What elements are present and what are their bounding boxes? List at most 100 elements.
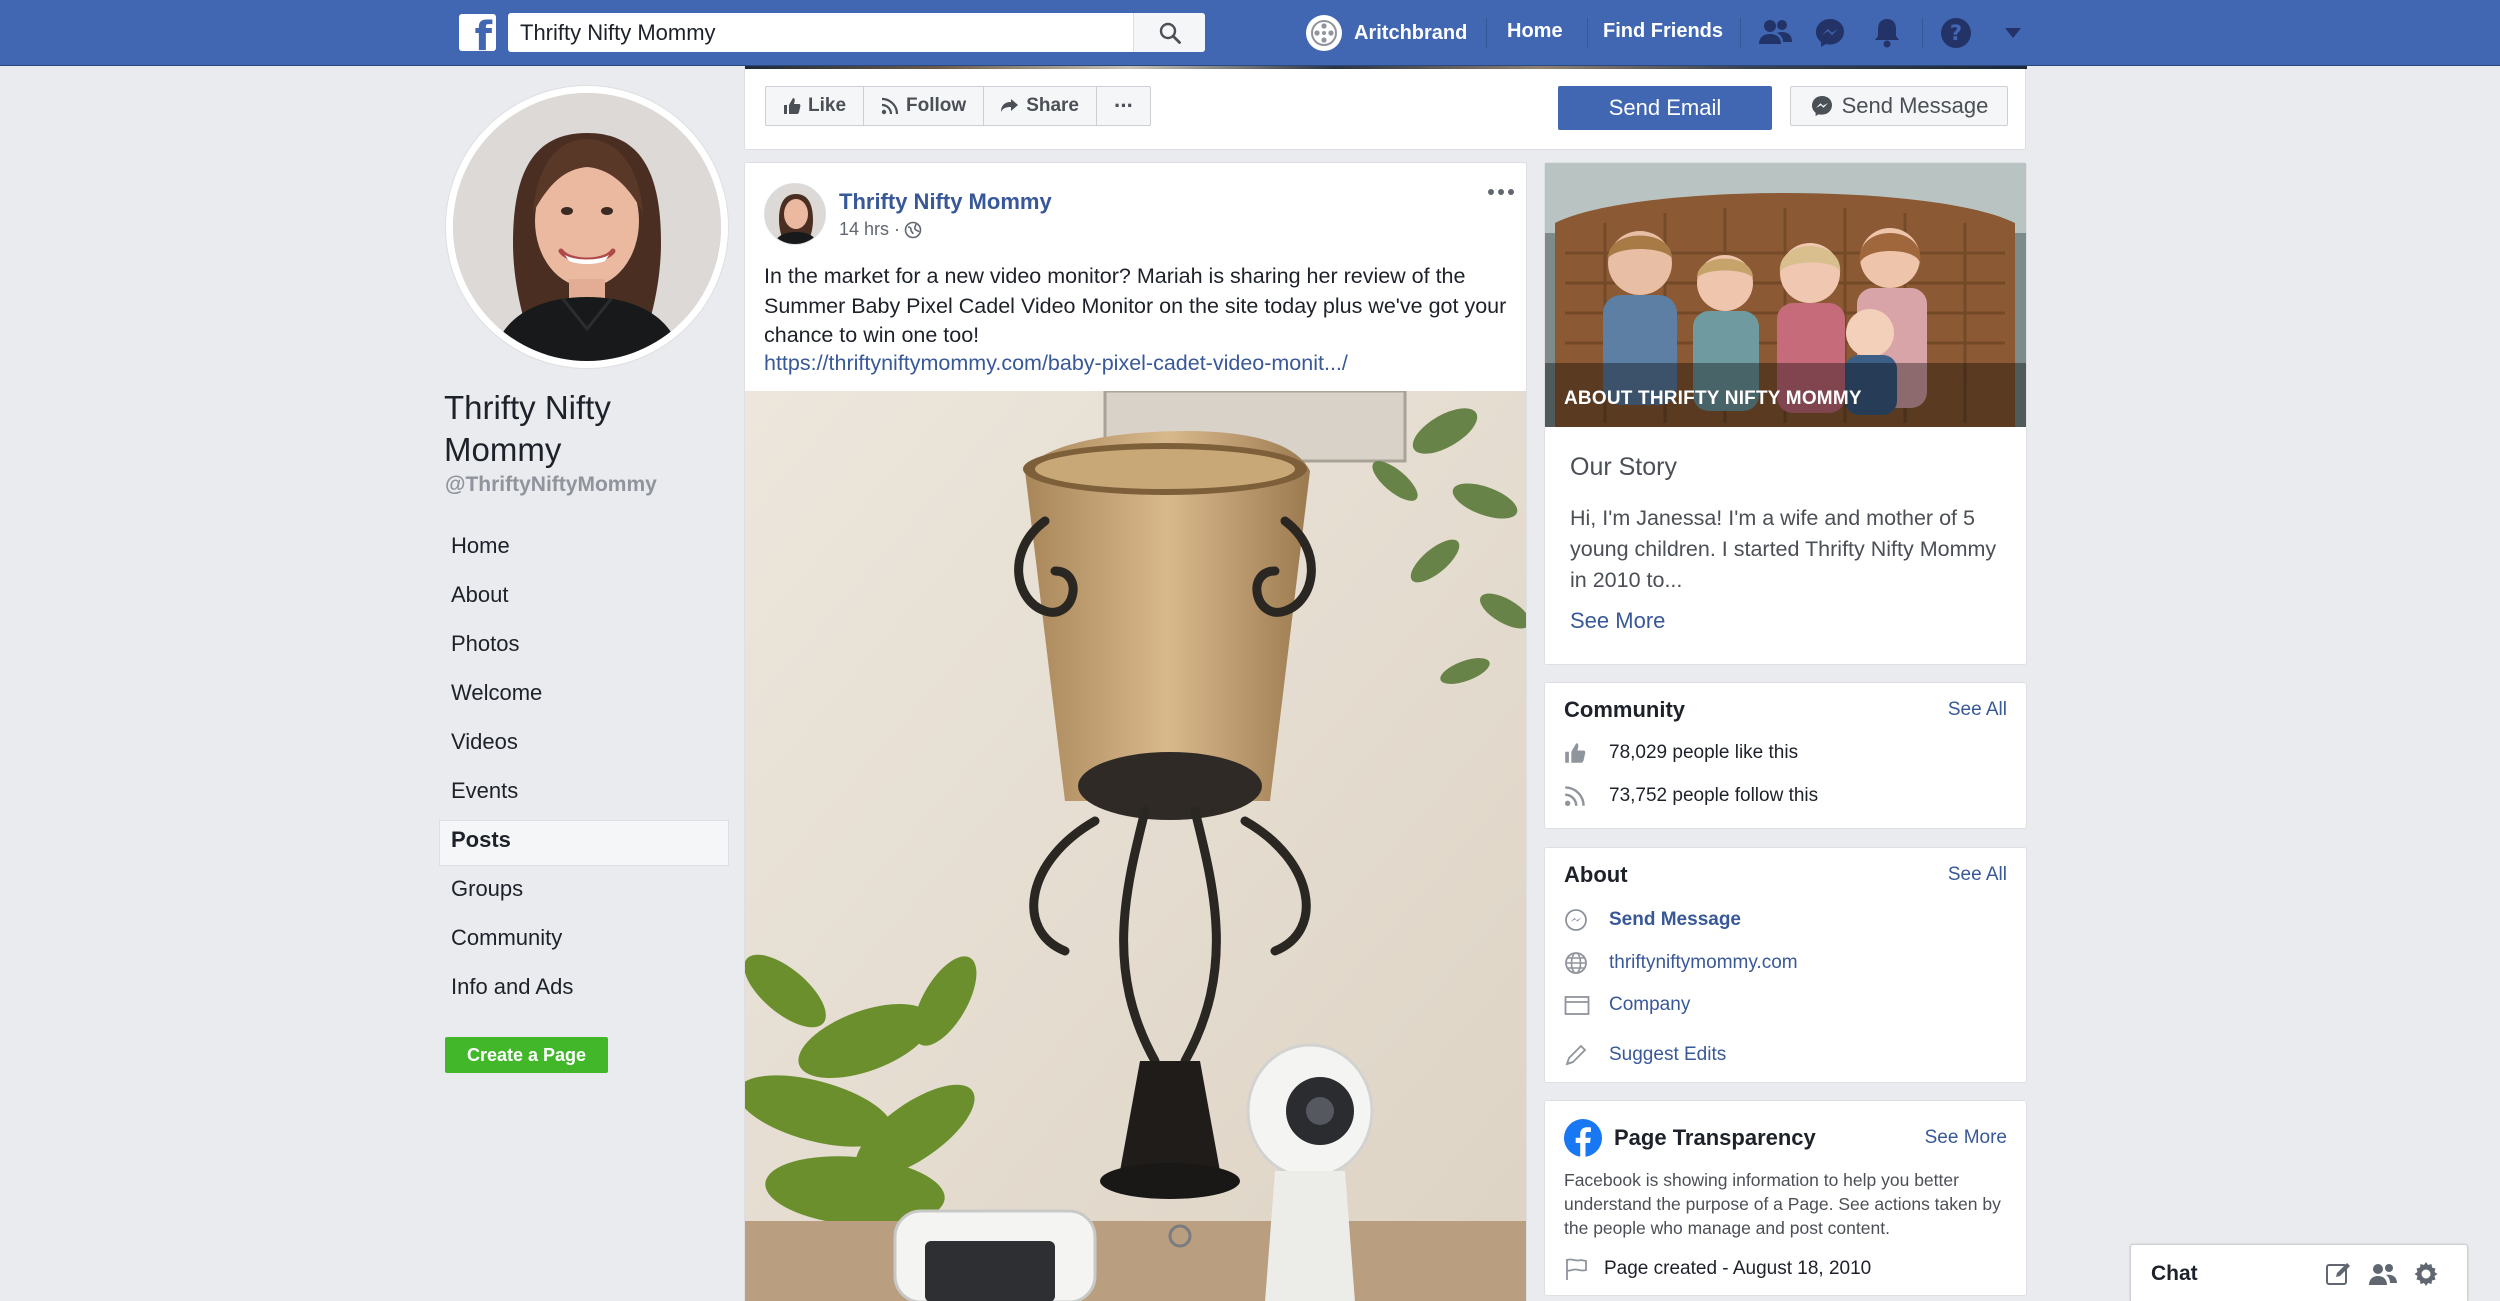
- our-story-text: Hi, I'm Janessa! I'm a wife and mother o…: [1570, 506, 1997, 592]
- thumbs-up-icon: [1565, 743, 1586, 763]
- page-username[interactable]: @ThriftyNiftyMommy: [445, 473, 657, 497]
- create-page-button[interactable]: Create a Page: [445, 1037, 608, 1073]
- follow-label: Follow: [906, 95, 967, 116]
- facebook-logo-icon[interactable]: f: [459, 14, 496, 51]
- page-created-row: Page created - August 18, 2010: [1564, 1257, 1871, 1281]
- post-card: Thrifty Nifty Mommy 14 hrs · In the mark…: [744, 162, 1527, 1301]
- page-title[interactable]: Thrifty Nifty Mommy: [444, 387, 694, 471]
- top-navigation-bar: f Aritchbrand Home Find Friends: [0, 0, 2500, 66]
- post-photo[interactable]: [745, 391, 1526, 1301]
- about-photo-caption: ABOUT THRIFTY NIFTY MOMMY: [1564, 388, 1862, 409]
- chat-settings-gear-icon[interactable]: [2412, 1260, 2440, 1288]
- post-time-text: 14 hrs ·: [839, 219, 901, 239]
- nav-profile-link[interactable]: Aritchbrand: [1306, 13, 1467, 53]
- sidebar-item-home[interactable]: Home: [439, 526, 729, 572]
- sidebar-item-groups[interactable]: Groups: [439, 869, 729, 915]
- rss-follow-icon: [881, 97, 899, 115]
- about-heading: About: [1564, 862, 1628, 887]
- post-article-link[interactable]: https://thriftyniftymommy.com/baby-pixel…: [764, 349, 1348, 379]
- search-button[interactable]: [1133, 13, 1205, 52]
- website-row[interactable]: thriftyniftymommy.com: [1564, 951, 1798, 975]
- nav-divider: [1587, 18, 1588, 48]
- public-globe-icon: [904, 221, 922, 238]
- send-message-label: Send Message: [1841, 93, 1989, 118]
- flag-icon: [1566, 1258, 1587, 1280]
- post-author-avatar[interactable]: [764, 183, 826, 245]
- page-created-text: Page created - August 18, 2010: [1604, 1258, 1872, 1279]
- about-send-message-row[interactable]: Send Message: [1564, 908, 1741, 932]
- share-label: Share: [1026, 95, 1079, 116]
- post-body-text: In the market for a new video monitor? M…: [764, 264, 1507, 347]
- profile-avatar-icon: [1306, 15, 1342, 51]
- sidebar-item-info-and-ads[interactable]: Info and Ads: [439, 967, 729, 1013]
- page-action-bar: Like Follow Share ··· Send Email Send Me…: [744, 66, 2027, 150]
- about-cover-photo[interactable]: ABOUT THRIFTY NIFTY MOMMY: [1545, 163, 2026, 427]
- post-author-name[interactable]: Thrifty Nifty Mommy: [839, 189, 1052, 215]
- follow-page-button[interactable]: Follow: [864, 87, 985, 125]
- create-group-icon[interactable]: [2368, 1260, 2398, 1288]
- nav-find-friends-link[interactable]: Find Friends: [1603, 20, 1723, 43]
- facebook-circle-icon: [1564, 1119, 1602, 1157]
- chat-sidebar-tab[interactable]: Chat: [2130, 1244, 2468, 1301]
- thumbs-up-icon: [784, 98, 801, 114]
- category-link[interactable]: Company: [1609, 994, 1690, 1016]
- globe-icon: [1565, 952, 1587, 974]
- share-page-button[interactable]: Share: [984, 87, 1097, 125]
- transparency-heading: Page Transparency: [1614, 1125, 1816, 1150]
- rss-follow-icon: [1564, 786, 1585, 807]
- messenger-icon: [1811, 96, 1832, 116]
- post-timestamp[interactable]: 14 hrs ·: [839, 219, 922, 240]
- pencil-icon: [1565, 1044, 1587, 1066]
- friend-requests-icon[interactable]: [1757, 16, 1793, 48]
- category-row[interactable]: Company: [1564, 994, 1690, 1016]
- about-info-card: About See All Send Message thriftyniftym…: [1544, 847, 2027, 1083]
- page-profile-picture[interactable]: [446, 86, 728, 368]
- likes-count-row: 78,029 people like this: [1564, 742, 1798, 764]
- page-sidebar-nav: Home About Photos Welcome Videos Events …: [439, 526, 729, 1016]
- nav-profile-name: Aritchbrand: [1354, 21, 1468, 44]
- new-message-icon[interactable]: [2324, 1260, 2352, 1288]
- suggest-edits-link[interactable]: Suggest Edits: [1609, 1044, 1726, 1066]
- like-label: Like: [808, 95, 847, 116]
- account-menu-arrow-icon[interactable]: [2004, 27, 2022, 39]
- about-send-message-link[interactable]: Send Message: [1609, 909, 1741, 931]
- about-page-card: ABOUT THRIFTY NIFTY MOMMY Our Story Hi, …: [1544, 162, 2027, 665]
- sidebar-item-posts[interactable]: Posts: [439, 820, 729, 866]
- notifications-bell-icon[interactable]: [1870, 16, 1904, 50]
- storefront-icon: [1564, 996, 1590, 1015]
- sidebar-item-community[interactable]: Community: [439, 918, 729, 964]
- our-story-heading: Our Story: [1570, 453, 1677, 481]
- nav-home-link[interactable]: Home: [1507, 20, 1563, 43]
- follows-count-row: 73,752 people follow this: [1564, 785, 1818, 807]
- about-see-all-link[interactable]: See All: [1948, 864, 2007, 886]
- transparency-description: Facebook is showing information to help …: [1564, 1170, 2001, 1238]
- help-icon[interactable]: ?: [1939, 16, 1973, 50]
- send-email-button[interactable]: Send Email: [1558, 86, 1772, 130]
- suggest-edits-row[interactable]: Suggest Edits: [1564, 1043, 1726, 1067]
- post-photo-image: [745, 391, 1526, 1301]
- profile-photo-image: [453, 93, 721, 361]
- search-input[interactable]: [508, 13, 1132, 52]
- sidebar-item-videos[interactable]: Videos: [439, 722, 729, 768]
- nav-divider: [1922, 18, 1923, 48]
- follows-count-text: 73,752 people follow this: [1609, 785, 1819, 806]
- nav-divider: [1740, 18, 1741, 48]
- like-page-button[interactable]: Like: [766, 87, 865, 125]
- sidebar-item-welcome[interactable]: Welcome: [439, 673, 729, 719]
- more-options-button[interactable]: ···: [1097, 87, 1150, 125]
- page-action-buttons: Like Follow Share ···: [765, 86, 1151, 126]
- likes-count-text: 78,029 people like this: [1609, 742, 1799, 763]
- nav-divider: [1486, 18, 1487, 48]
- more-dots-icon: ···: [1114, 93, 1134, 118]
- post-options-icon[interactable]: [1487, 187, 1515, 197]
- sidebar-item-about[interactable]: About: [439, 575, 729, 621]
- transparency-see-more-link[interactable]: See More: [1925, 1127, 2007, 1149]
- community-see-all-link[interactable]: See All: [1948, 699, 2007, 721]
- page-transparency-card: Page Transparency See More Facebook is s…: [1544, 1100, 2027, 1296]
- sidebar-item-photos[interactable]: Photos: [439, 624, 729, 670]
- messenger-icon[interactable]: [1813, 16, 1847, 50]
- story-see-more-link[interactable]: See More: [1570, 608, 1665, 634]
- website-link[interactable]: thriftyniftymommy.com: [1609, 952, 1798, 974]
- sidebar-item-events[interactable]: Events: [439, 771, 729, 817]
- send-message-button[interactable]: Send Message: [1790, 86, 2008, 126]
